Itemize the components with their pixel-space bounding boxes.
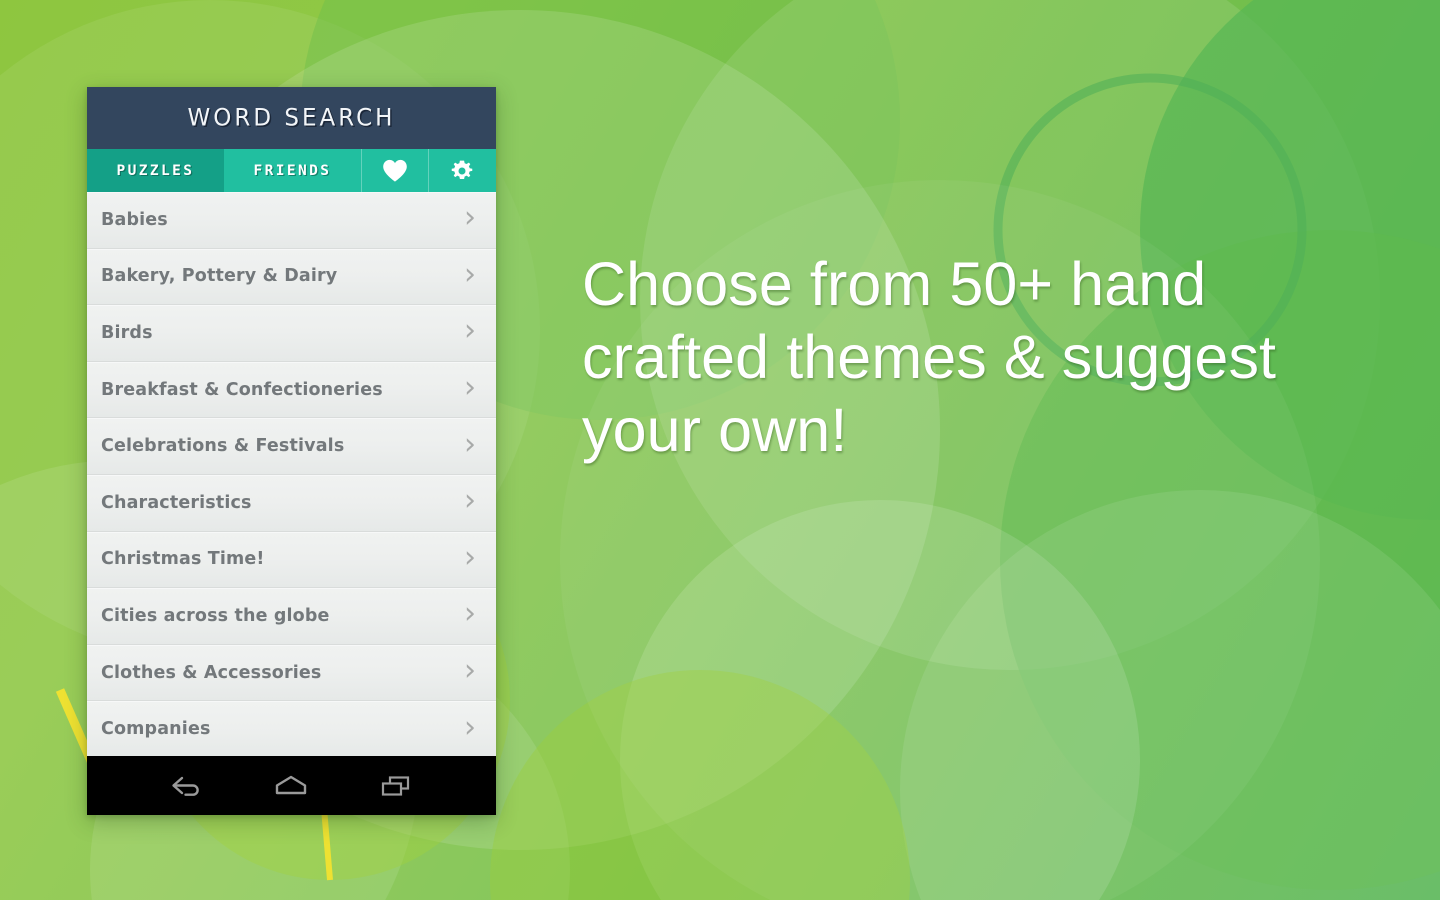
headline-line-1: Choose from 50+ hand	[582, 250, 1207, 318]
puzzle-category-list[interactable]: Babies › Bakery, Pottery & Dairy › Birds…	[87, 192, 496, 756]
back-icon	[172, 776, 199, 796]
nav-recents-button[interactable]	[361, 766, 431, 806]
nav-home-button[interactable]	[256, 766, 326, 806]
tab-settings[interactable]	[428, 149, 495, 192]
gear-icon	[451, 160, 473, 179]
chevron-right-icon: ›	[464, 200, 476, 236]
chevron-right-icon: ›	[464, 709, 476, 745]
list-item[interactable]: Cities across the globe ›	[87, 588, 496, 645]
phone-mockup: WORD SEARCH PUZZLES FRIENDS Babies › Bak…	[87, 87, 496, 815]
home-icon	[276, 775, 307, 794]
list-item-label: Christmas Time!	[101, 549, 265, 570]
chevron-right-icon: ›	[464, 653, 476, 689]
chevron-right-icon: ›	[464, 313, 476, 349]
list-item-label: Companies	[101, 719, 211, 740]
chevron-right-icon: ›	[464, 256, 476, 292]
android-navigation-bar	[87, 756, 496, 815]
list-item[interactable]: Breakfast & Confectioneries ›	[87, 361, 496, 419]
tab-puzzles[interactable]: PUZZLES	[87, 149, 224, 192]
list-item-label: Babies	[101, 209, 168, 230]
headline-line-2: crafted themes & suggest	[582, 323, 1277, 391]
list-item-label: Bakery, Pottery & Dairy	[101, 266, 338, 287]
list-item-label: Cities across the globe	[101, 605, 330, 626]
nav-back-button[interactable]	[152, 766, 222, 806]
promo-stage: Choose from 50+ hand crafted themes & su…	[0, 0, 1440, 900]
tab-friends[interactable]: FRIENDS	[224, 149, 361, 192]
chevron-right-icon: ›	[464, 539, 476, 575]
chevron-right-icon: ›	[464, 483, 476, 519]
tab-bar: PUZZLES FRIENDS	[87, 149, 496, 192]
tab-friends-label: FRIENDS	[253, 162, 332, 179]
list-item[interactable]: Celebrations & Festivals ›	[87, 418, 496, 475]
list-item-label: Celebrations & Festivals	[101, 436, 345, 457]
recents-icon	[381, 775, 409, 796]
app-title: WORD SEARCH	[187, 104, 396, 132]
tab-favorites[interactable]	[361, 149, 428, 192]
headline-line-3: your own!	[582, 396, 848, 464]
list-item[interactable]: Babies ›	[87, 192, 496, 249]
heart-icon	[383, 159, 407, 181]
list-item[interactable]: Christmas Time! ›	[87, 531, 496, 589]
list-item[interactable]: Characteristics ›	[87, 474, 496, 532]
list-item[interactable]: Companies ›	[87, 701, 496, 756]
list-item-label: Breakfast & Confectioneries	[101, 379, 383, 400]
tab-puzzles-label: PUZZLES	[116, 162, 195, 179]
list-item-label: Clothes & Accessories	[101, 662, 322, 683]
chevron-right-icon: ›	[464, 426, 476, 462]
promo-headline: Choose from 50+ hand crafted themes & su…	[582, 248, 1342, 467]
chevron-right-icon: ›	[464, 370, 476, 406]
list-item[interactable]: Bakery, Pottery & Dairy ›	[87, 248, 496, 306]
chevron-right-icon: ›	[464, 596, 476, 632]
list-item[interactable]: Birds ›	[87, 305, 496, 362]
list-item-label: Characteristics	[101, 492, 252, 513]
list-item[interactable]: Clothes & Accessories ›	[87, 644, 496, 702]
app-titlebar: WORD SEARCH	[87, 87, 496, 149]
list-item-label: Birds	[101, 322, 153, 343]
